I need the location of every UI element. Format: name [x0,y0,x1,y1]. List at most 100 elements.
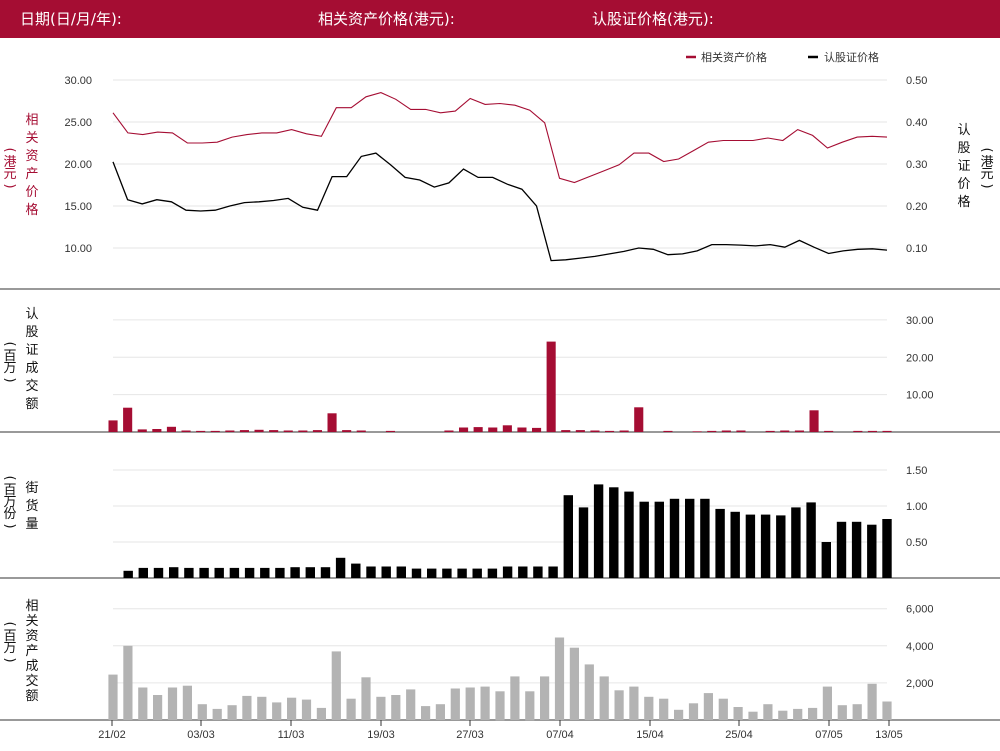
y-tick-left: 10.00 [64,243,92,255]
underlying-turnover-bar [167,687,178,720]
warrant-turnover-bar [196,430,206,432]
underlying-turnover-bar [421,706,431,720]
warrant-turnover-bar [298,430,308,432]
x-tick-label: 15/04 [636,729,664,741]
underlying-turnover-bar [138,687,148,720]
outstanding-quantity-bar [138,567,148,578]
underlying-price-label: 相关资产价格(港元): [318,10,455,28]
warrant-turnover-bar [444,430,454,432]
warrant-turnover-bar [152,429,162,432]
underlying-turnover-bar [599,676,609,720]
outstanding-quantity-bar [867,524,877,578]
y-axis-label-left-unit: ( [2,147,17,152]
underlying-turnover-bar [108,674,118,720]
warrant-turnover-bar [225,430,235,432]
warrant-turnover-bar [794,430,804,432]
outstanding-quantity-bar [593,484,604,578]
underlying-turnover-bar [778,710,788,720]
warrant-turnover-bar [488,427,498,432]
underlying-turnover-bar [510,676,520,720]
underlying-turnover-bar [257,696,267,720]
warrant-turnover-bar [590,430,600,432]
outstanding-quantity-bar [518,566,528,578]
warrant-turnover-bar [707,430,717,432]
underlying-turnover-bar [316,707,326,720]
outstanding-quantity-bar [184,567,194,578]
warrant-turnover-bar [882,430,892,432]
outstanding-quantity-bar [563,495,573,578]
y-tick-right: 0.40 [906,117,927,129]
underlying-turnover-bar [808,707,818,720]
outstanding-quantity-bar [609,487,619,578]
y-axis-label-right: 股 [957,141,970,156]
underlying-turnover-bar [674,709,684,720]
underlying-turnover-bar [629,686,639,720]
x-tick-label: 07/05 [815,729,843,741]
y-tick-left: 20.00 [64,159,92,171]
warrant-turnover-bar [254,429,264,432]
outstanding-quantity-bar [533,566,543,578]
y-tick-right: 6,000 [906,604,934,616]
x-tick-label: 25/04 [725,729,753,741]
outstanding-quantity-bar [123,570,133,578]
warrant-turnover-bar [765,430,775,432]
y-axis-label-outstanding-unit: ( [2,475,17,480]
outstanding-quantity-bar [624,491,634,578]
y-tick-left: 30.00 [64,75,92,87]
warrant-turnover-bar [283,430,293,432]
y-axis-label-outstanding-unit: 份 [3,507,16,522]
warrant-turnover-bar [108,420,118,432]
y-axis-label-turnover: 成 [25,361,38,376]
outstanding-quantity-bar [836,521,847,578]
warrant-turnover-bar [356,430,366,432]
underlying-turnover-bar [346,698,356,720]
y-tick-right: 0.10 [906,243,927,255]
x-tick-label: 03/03 [187,729,215,741]
outstanding-quantity-bar [427,568,437,578]
x-tick-label: 07/04 [546,729,574,741]
underlying-turnover-bar [197,704,207,720]
outstanding-quantity-bar [502,566,513,578]
warrant-turnover-bar [312,430,322,432]
y-tick-left: 15.00 [64,201,92,213]
warrant-turnover-bar [546,341,556,432]
underlying-turnover-bar [837,705,847,720]
y-axis-label-underlying-turnover: 相 [25,599,38,614]
underlying-turnover-bar [748,711,758,720]
outstanding-quantity-bar [457,568,467,578]
y-tick-left: 25.00 [64,117,92,129]
underlying-turnover-bar [331,651,341,720]
outstanding-quantity-bar [578,507,589,578]
warrant-price-label: 认股证价格(港元): [592,10,714,28]
y-axis-label-right-unit: ( [979,147,994,152]
warrant-turnover-bar [619,430,629,432]
outstanding-quantity-bar [806,502,816,578]
outstanding-quantity-bar [305,567,315,578]
underlying-turnover-bar [480,686,490,720]
outstanding-quantity-bar [290,567,300,578]
underlying-turnover-bar [301,699,312,720]
y-axis-label-right-unit: ) [979,183,994,188]
outstanding-quantity-bar [275,567,285,578]
y-axis-label-outstanding: 量 [25,517,38,532]
y-axis-label-left-unit: ) [2,183,17,188]
underlying-turnover-bar [822,686,832,720]
y-tick-right: 30.00 [906,315,934,327]
x-tick-label: 27/03 [456,729,484,741]
underlying-turnover-bar [644,696,654,720]
outstanding-quantity-bar [320,567,331,578]
warrant-turnover-bar [210,430,220,432]
warrant-turnover-bar [867,430,877,432]
underlying-turnover-bar [287,697,297,720]
y-tick-right: 1.00 [906,501,927,513]
outstanding-quantity-bar [821,542,831,578]
outstanding-quantity-bar [335,557,346,578]
underlying-turnover-bar [763,704,773,720]
y-tick-right: 0.50 [906,75,927,87]
underlying-turnover-bar [406,689,416,720]
y-axis-label-turnover: 交 [25,378,38,394]
warrant-turnover-bar [327,413,337,432]
outstanding-quantity-bar [244,567,255,578]
outstanding-quantity-bar [366,566,376,578]
underlying-turnover-bar [465,687,475,720]
